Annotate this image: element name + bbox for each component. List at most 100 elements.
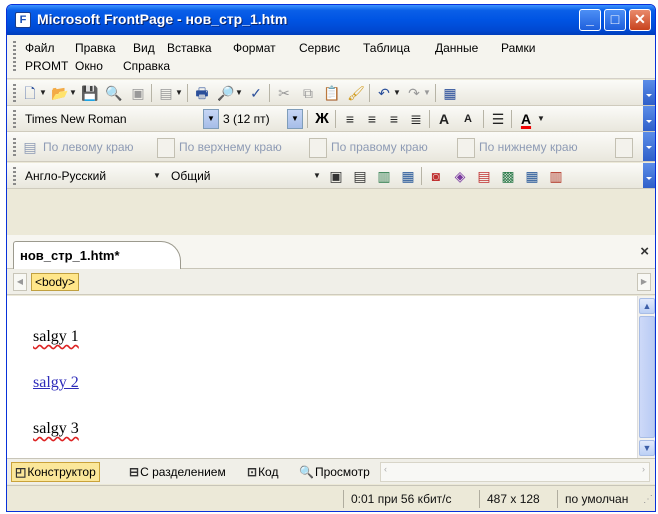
translation-direction-combo[interactable]: Англо-Русский	[21, 166, 143, 186]
justify-icon[interactable]: ≣	[407, 110, 425, 128]
standard-toolbar-grip[interactable]	[13, 84, 16, 102]
margin-bottom-field[interactable]	[615, 138, 633, 158]
bold-button[interactable]: Ж	[313, 110, 331, 128]
translation-settings-icon[interactable]: ▦	[399, 167, 417, 185]
font-size-combo[interactable]: 3 (12 пт)	[219, 109, 287, 129]
options-icon[interactable]: ◙	[427, 167, 445, 185]
toolbar-options-icon[interactable]	[643, 106, 655, 131]
paragraph-3[interactable]: salgy 3	[33, 420, 79, 438]
translation-subject-dropdown-icon[interactable]: ▼	[313, 167, 321, 185]
list-icon[interactable]: ▤	[475, 167, 493, 185]
numbered-list-icon[interactable]: ☰	[489, 110, 507, 128]
save-icon[interactable]: 💾	[81, 84, 99, 102]
dictionary-icon[interactable]: ▥	[375, 167, 393, 185]
new-page-icon[interactable]: 🗋	[21, 84, 39, 102]
shrink-font-button[interactable]: A	[459, 110, 477, 128]
format-painter-icon[interactable]: 🖌	[347, 84, 365, 102]
menu-help[interactable]: Справка	[123, 59, 170, 73]
menu-insert[interactable]: Вставка	[167, 41, 212, 55]
grow-font-button[interactable]: A	[435, 110, 453, 128]
scroll-down-icon[interactable]: ▼	[639, 440, 655, 456]
tab-design[interactable]: ◰Конструктор	[11, 462, 100, 482]
margins-toolbar-grip[interactable]	[13, 138, 16, 156]
close-button[interactable]: ✕	[629, 9, 651, 31]
new-page-dropdown-icon[interactable]: ▼	[39, 84, 47, 102]
translation-subject-combo[interactable]: Общий	[167, 166, 307, 186]
profile-icon[interactable]: ◈	[451, 167, 469, 185]
margin-right-field[interactable]	[457, 138, 475, 158]
open-dropdown-icon[interactable]: ▼	[69, 84, 77, 102]
print-icon[interactable]: 🖶	[193, 84, 211, 102]
copy-icon[interactable]: ⧉	[299, 84, 317, 102]
align-center-icon[interactable]: ≡	[363, 110, 381, 128]
font-name-dropdown-icon[interactable]: ▼	[203, 109, 219, 129]
menu-file[interactable]: Файл	[25, 41, 55, 55]
library-icon[interactable]: ▥	[547, 167, 565, 185]
scroll-left-icon[interactable]: ‹	[384, 464, 387, 474]
menu-tools[interactable]: Сервис	[299, 41, 340, 55]
translate-document-icon[interactable]: ▣	[327, 167, 345, 185]
quick-tag-scroll-left[interactable]: ◀	[13, 273, 27, 291]
scroll-right-icon[interactable]: ›	[642, 464, 645, 474]
paragraph-2[interactable]: salgy 2	[33, 374, 79, 392]
frontpage-app-icon[interactable]: F	[15, 12, 31, 28]
promt-toolbar-grip[interactable]	[13, 167, 16, 185]
undo-icon[interactable]: ↶	[375, 84, 393, 102]
menu-edit[interactable]: Правка	[75, 41, 116, 55]
document-editor[interactable]: salgy 1 salgy 2 salgy 3	[7, 296, 639, 458]
menu-data[interactable]: Данные	[435, 41, 478, 55]
font-color-button[interactable]: A	[517, 110, 535, 128]
menu-frames[interactable]: Рамки	[501, 41, 535, 55]
web-component-icon[interactable]: ▦	[441, 84, 459, 102]
menu-promt[interactable]: PROMT	[25, 59, 68, 73]
font-color-dropdown-icon[interactable]: ▼	[537, 110, 545, 128]
menu-format[interactable]: Формат	[233, 41, 276, 55]
align-right-icon[interactable]: ≡	[385, 110, 403, 128]
redo-dropdown-icon[interactable]: ▼	[423, 84, 431, 102]
font-size-dropdown-icon[interactable]: ▼	[287, 109, 303, 129]
toolbar-options-icon[interactable]	[643, 132, 655, 161]
margin-left-field[interactable]	[157, 138, 175, 158]
close-document-icon[interactable]: ×	[640, 243, 649, 260]
body-tag-button[interactable]: <body>	[31, 273, 80, 291]
preview-dropdown-icon[interactable]: ▼	[235, 84, 243, 102]
font-name-combo[interactable]: Times New Roman	[21, 109, 203, 129]
menu-window[interactable]: Окно	[75, 59, 103, 73]
open-folder-icon[interactable]: 📂	[51, 84, 69, 102]
vertical-scrollbar[interactable]: ▲ ▼	[637, 296, 655, 458]
layers-dropdown-icon[interactable]: ▼	[175, 84, 183, 102]
tab-preview[interactable]: 🔍Просмотр	[295, 462, 374, 482]
maximize-button[interactable]: □	[604, 9, 626, 31]
align-left-icon[interactable]: ≡	[341, 110, 359, 128]
title-bar[interactable]: F Microsoft FrontPage - нов_стр_1.htm _ …	[7, 5, 655, 35]
print-preview-icon[interactable]: 🔎	[217, 84, 235, 102]
scroll-thumb[interactable]	[639, 316, 655, 438]
toolbar-options-icon[interactable]	[643, 80, 655, 105]
paragraph-1[interactable]: salgy 1	[33, 328, 79, 346]
menu-grip[interactable]	[13, 41, 16, 73]
margin-top-field[interactable]	[309, 138, 327, 158]
resize-grip-icon[interactable]: ⋰	[643, 494, 653, 505]
paste-icon[interactable]: 📋	[323, 84, 341, 102]
glossary-icon[interactable]: ▦	[523, 167, 541, 185]
translation-direction-dropdown-icon[interactable]: ▼	[153, 167, 161, 185]
search-icon[interactable]: 🔍	[105, 84, 123, 102]
minimize-button[interactable]: _	[579, 9, 601, 31]
toolbar-options-icon[interactable]	[643, 163, 655, 188]
tab-split[interactable]: ⊟С разделением	[125, 462, 230, 482]
quick-tag-scroll-right[interactable]: ▶	[637, 273, 651, 291]
tab-code[interactable]: ⊡Код	[243, 462, 282, 482]
menu-view[interactable]: Вид	[133, 41, 155, 55]
menu-table[interactable]: Таблица	[363, 41, 410, 55]
redo-icon[interactable]: ↷	[405, 84, 423, 102]
layers-icon[interactable]: ▤	[157, 84, 175, 102]
spelling-icon[interactable]: ✓	[247, 84, 265, 102]
publish-icon[interactable]: ▣	[129, 84, 147, 102]
grid-icon[interactable]: ▩	[499, 167, 517, 185]
document-tab[interactable]: нов_стр_1.htm*	[13, 241, 181, 270]
cut-icon[interactable]: ✂	[275, 84, 293, 102]
undo-dropdown-icon[interactable]: ▼	[393, 84, 401, 102]
scroll-up-icon[interactable]: ▲	[639, 298, 655, 314]
formatting-toolbar-grip[interactable]	[13, 110, 16, 128]
horizontal-scrollbar[interactable]: ‹ ›	[380, 462, 650, 482]
